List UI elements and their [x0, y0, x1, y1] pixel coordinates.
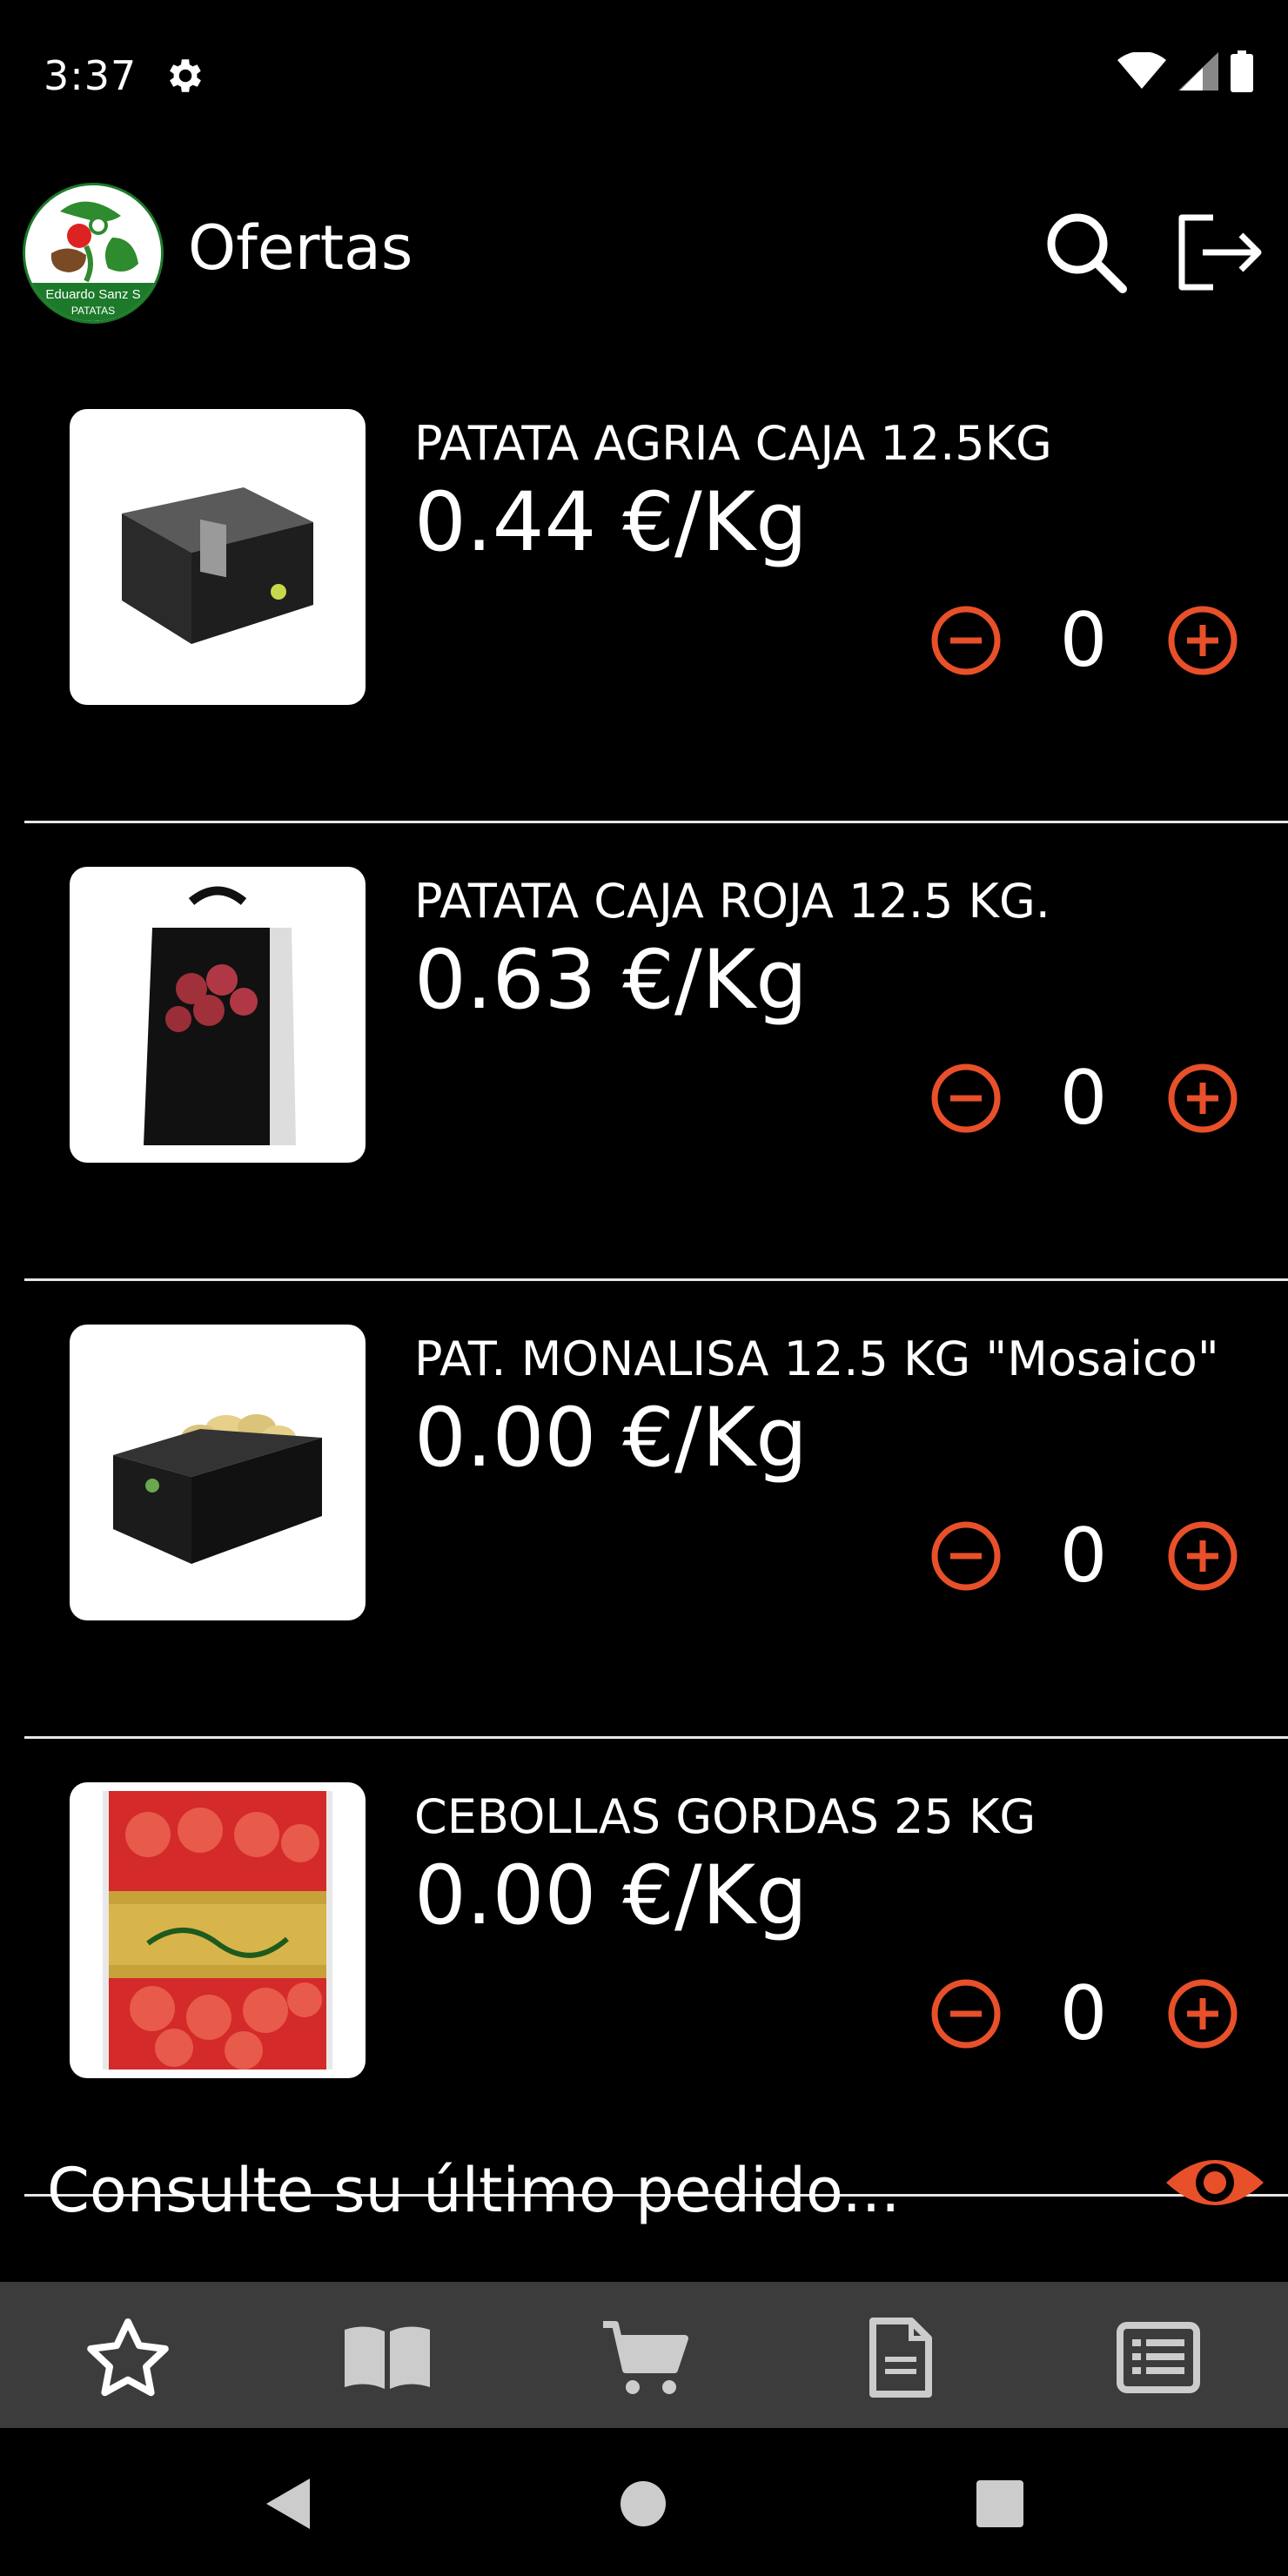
product-price: 0.00 €/Kg: [414, 1391, 808, 1486]
plus-circle-icon[interactable]: [1166, 1977, 1239, 2050]
logo-text: Eduardo Sanz S: [45, 287, 140, 302]
home-icon[interactable]: [613, 2473, 674, 2534]
list-icon[interactable]: [1110, 2317, 1206, 2398]
product-name: PAT. MONALISA 12.5 KG "Mosaico": [414, 1332, 1219, 1386]
product-image-onion-mesh-bag: [70, 1782, 366, 2078]
battery-icon: [1231, 50, 1253, 96]
product-price: 0.44 €/Kg: [414, 475, 808, 570]
logo-subtext: PATATAS: [71, 305, 115, 317]
recents-icon[interactable]: [969, 2473, 1030, 2534]
quantity-value: 0: [1059, 1970, 1108, 2057]
product-image-potato-open-box: [70, 1325, 366, 1620]
product-image-potato-box: [70, 409, 366, 705]
list-item[interactable]: PATATA AGRIA CAJA 12.5KG 0.44 €/Kg 0: [24, 388, 1288, 823]
plus-circle-icon[interactable]: [1166, 604, 1239, 677]
wifi-icon: [1117, 50, 1166, 94]
minus-circle-icon[interactable]: [929, 604, 1003, 677]
app-bar: Eduardo Sanz S PATATAS Ofertas: [0, 174, 1288, 331]
product-price: 0.63 €/Kg: [414, 933, 808, 1028]
gear-icon: [164, 54, 207, 97]
product-image-red-potato-bag: [70, 867, 366, 1163]
last-order-row[interactable]: Consulte su último pedido...: [0, 2123, 1288, 2254]
bottom-navigation: [0, 2282, 1288, 2428]
plus-circle-icon[interactable]: [1166, 1062, 1239, 1135]
list-item[interactable]: PATATA CAJA ROJA 12.5 KG. 0.63 €/Kg 0: [24, 846, 1288, 1281]
logout-icon[interactable]: [1171, 207, 1269, 298]
status-bar: 3:37: [0, 0, 1288, 148]
minus-circle-icon[interactable]: [929, 1519, 1003, 1593]
last-order-text: Consulte su último pedido...: [47, 2155, 901, 2226]
plus-circle-icon[interactable]: [1166, 1519, 1239, 1593]
product-name: CEBOLLAS GORDAS 25 KG: [414, 1789, 1036, 1844]
cart-icon[interactable]: [597, 2317, 693, 2398]
product-price: 0.00 €/Kg: [414, 1848, 808, 1943]
page-title: Ofertas: [188, 212, 413, 284]
product-list: PATATA AGRIA CAJA 12.5KG 0.44 €/Kg 0 PAT…: [0, 366, 1288, 2197]
quantity-stepper: 0: [929, 1513, 1278, 1600]
document-icon[interactable]: [853, 2317, 949, 2398]
book-icon[interactable]: [339, 2317, 435, 2398]
quantity-value: 0: [1059, 1513, 1108, 1600]
quantity-value: 0: [1059, 597, 1108, 684]
signal-icon: [1178, 52, 1218, 94]
quantity-stepper: 0: [929, 1055, 1278, 1142]
quantity-stepper: 0: [929, 597, 1278, 684]
quantity-value: 0: [1059, 1055, 1108, 1142]
quantity-stepper: 0: [929, 1970, 1278, 2057]
minus-circle-icon[interactable]: [929, 1062, 1003, 1135]
eye-icon[interactable]: [1163, 2148, 1267, 2217]
system-navigation-bar: [0, 2428, 1288, 2576]
product-name: PATATA AGRIA CAJA 12.5KG: [414, 416, 1052, 471]
search-icon[interactable]: [1041, 207, 1131, 298]
list-item[interactable]: PAT. MONALISA 12.5 KG "Mosaico" 0.00 €/K…: [24, 1304, 1288, 1739]
back-icon[interactable]: [258, 2473, 319, 2534]
product-name: PATATA CAJA ROJA 12.5 KG.: [414, 874, 1050, 929]
status-time: 3:37: [44, 52, 138, 99]
minus-circle-icon[interactable]: [929, 1977, 1003, 2050]
brand-logo: Eduardo Sanz S PATATAS: [23, 183, 164, 324]
star-icon[interactable]: [80, 2317, 176, 2398]
